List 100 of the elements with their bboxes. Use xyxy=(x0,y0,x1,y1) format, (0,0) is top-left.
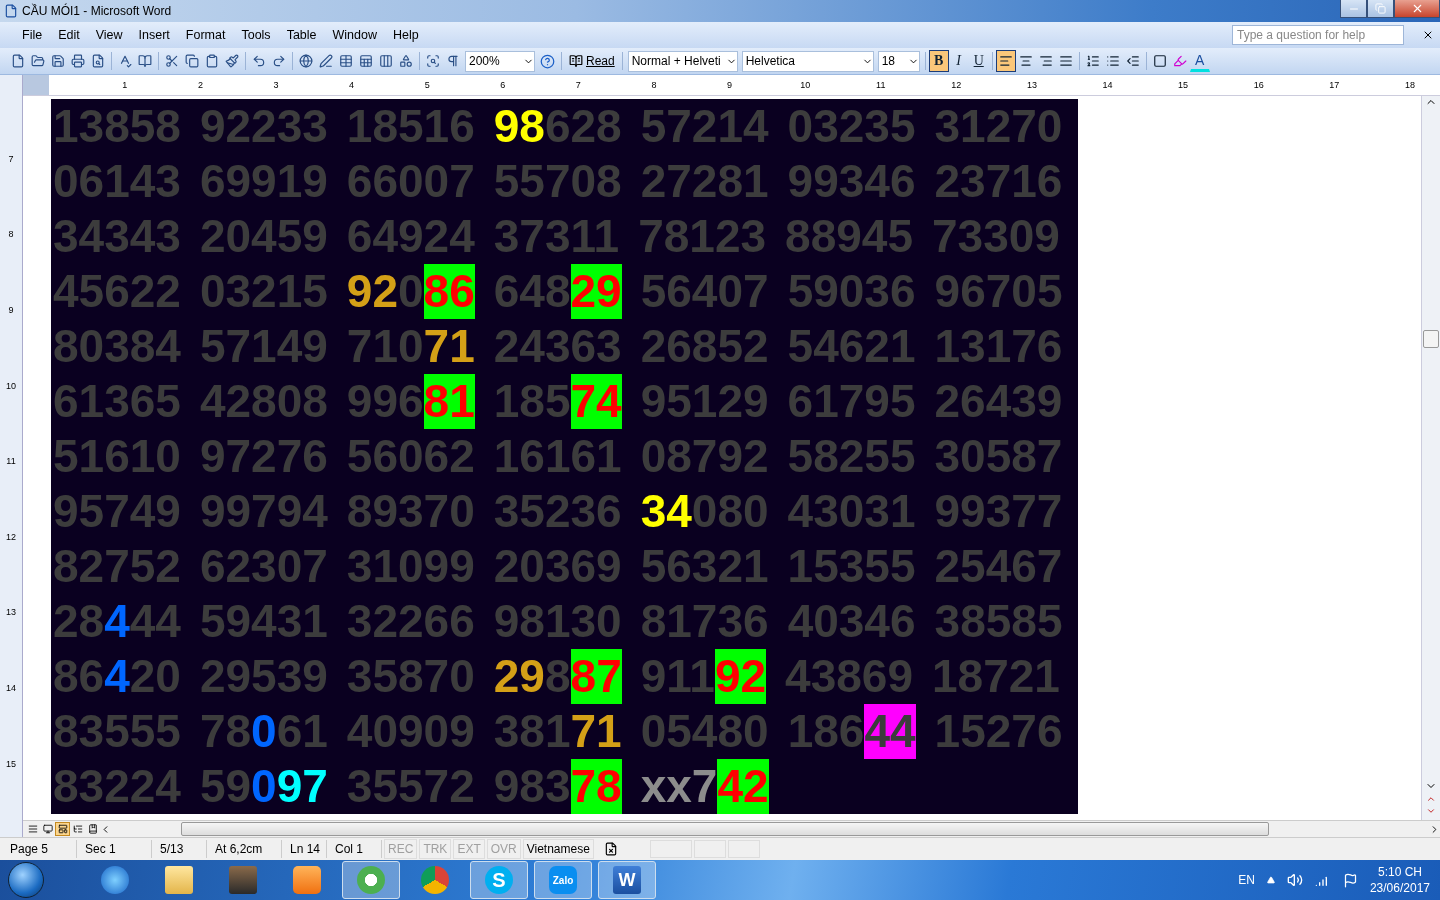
undo-icon[interactable] xyxy=(252,54,266,68)
view-button[interactable] xyxy=(55,822,70,836)
horizontal-scrollbar[interactable] xyxy=(181,822,1269,836)
number-text: 15276 xyxy=(934,704,1063,759)
table-icon[interactable] xyxy=(339,54,353,68)
shapes-icon[interactable] xyxy=(399,54,413,68)
zoom-dropdown[interactable]: 200% xyxy=(465,50,535,72)
number-text: 24363 xyxy=(493,319,622,374)
number-text: 28444 xyxy=(53,594,181,649)
ruler-number: 15 xyxy=(1177,80,1190,90)
number-text: 26852 xyxy=(640,319,769,374)
vertical-scrollbar[interactable] xyxy=(1421,96,1440,820)
menu-item[interactable]: File xyxy=(14,28,51,42)
pilcrow-icon[interactable] xyxy=(446,54,460,68)
number-text: 58255 xyxy=(787,429,916,484)
number-text: 64924 xyxy=(346,209,475,264)
number-text: 86420 xyxy=(53,649,181,704)
number-text: 05480 xyxy=(640,704,769,759)
start-button[interactable] xyxy=(8,862,44,898)
menu-item[interactable]: Tools xyxy=(233,28,279,42)
language-status[interactable]: Vietnamese xyxy=(522,839,594,859)
pencil-icon[interactable] xyxy=(319,54,333,68)
menu-item[interactable]: Insert xyxy=(130,28,178,42)
number-text: 18574 xyxy=(493,374,622,429)
number-text: 62307 xyxy=(199,539,328,594)
number-text: 18721 xyxy=(932,649,1060,704)
align-left-button[interactable] xyxy=(995,50,1016,72)
menu-item[interactable]: Format xyxy=(177,28,234,42)
number-text: 29539 xyxy=(199,649,328,704)
folder-icon[interactable] xyxy=(31,54,45,68)
view-button[interactable] xyxy=(40,822,55,836)
document-map-icon[interactable] xyxy=(426,54,440,68)
help-icon[interactable] xyxy=(540,53,555,69)
close-button[interactable] xyxy=(1394,0,1440,18)
spellcheck-icon[interactable] xyxy=(118,54,132,68)
media-player-icon xyxy=(293,866,321,894)
read-button[interactable]: Read xyxy=(565,50,619,72)
browser-icon xyxy=(101,866,129,894)
language-indicator[interactable]: EN xyxy=(1238,873,1255,887)
flag-icon[interactable] xyxy=(1342,872,1358,888)
clock[interactable]: 5:10 CH 23/06/2017 xyxy=(1369,864,1430,896)
underline-button[interactable]: U xyxy=(968,50,989,72)
document-search-icon[interactable] xyxy=(91,54,105,68)
number-text: 13858 xyxy=(53,99,181,154)
spreadsheet-icon[interactable] xyxy=(359,54,373,68)
chrome-icon xyxy=(421,866,449,894)
printer-icon[interactable] xyxy=(71,54,85,68)
border-icon[interactable] xyxy=(1152,54,1167,68)
show-hidden-icon[interactable] xyxy=(1266,876,1275,884)
bullet-list-icon[interactable] xyxy=(1105,54,1120,68)
menu-item[interactable]: Edit xyxy=(50,28,88,42)
number-text: 42808 xyxy=(199,374,328,429)
scissors-icon[interactable] xyxy=(165,54,179,68)
menu-item[interactable]: Table xyxy=(278,28,325,42)
number-text: 26439 xyxy=(934,374,1063,429)
number-text: 35870 xyxy=(346,649,475,704)
font-size-dropdown[interactable]: 18 xyxy=(877,50,920,72)
help-search-field[interactable]: Type a question for help xyxy=(1232,25,1404,45)
numbered-list-icon[interactable] xyxy=(1085,54,1100,68)
bold-button[interactable]: B xyxy=(928,50,949,72)
style-dropdown[interactable]: Normal + Helveti xyxy=(627,50,738,72)
camera-icon xyxy=(229,866,257,894)
number-text: 23716 xyxy=(934,154,1063,209)
next-page-icon[interactable] xyxy=(1426,806,1436,816)
number-text: 69919 xyxy=(199,154,328,209)
restore-button[interactable] xyxy=(1367,0,1394,18)
number-text: 78123 xyxy=(638,209,767,264)
save-icon[interactable] xyxy=(51,54,65,68)
new-document-icon[interactable] xyxy=(11,54,25,68)
menu-item[interactable]: Help xyxy=(385,28,427,42)
menu-item[interactable]: Window xyxy=(324,28,385,42)
font-dropdown[interactable]: Helvetica xyxy=(741,50,874,72)
highlighter-icon[interactable] xyxy=(1172,54,1187,68)
number-text: 56407 xyxy=(640,264,769,319)
paintbrush-icon[interactable] xyxy=(225,54,239,68)
number-text: 92086 xyxy=(346,264,475,319)
word-button[interactable]: W xyxy=(598,861,656,899)
book-icon[interactable] xyxy=(138,54,152,68)
previous-page-icon[interactable] xyxy=(1426,794,1436,804)
ruler-number: 1 xyxy=(121,80,129,90)
menu-item[interactable]: View xyxy=(87,28,131,42)
spelling-status-icon[interactable] xyxy=(603,842,618,856)
ruler-number: 7 xyxy=(574,80,582,90)
number-text: 34080 xyxy=(640,484,769,539)
number-text: 16161 xyxy=(493,429,622,484)
taskbar-button[interactable] xyxy=(342,861,400,899)
volume-icon[interactable] xyxy=(1286,872,1303,888)
italic-button[interactable]: I xyxy=(948,50,969,72)
copy-icon[interactable] xyxy=(185,54,199,68)
minimize-button[interactable] xyxy=(1340,0,1367,18)
scroll-thumb[interactable] xyxy=(1423,330,1439,348)
outdent-icon[interactable] xyxy=(1125,54,1140,68)
globe-icon[interactable] xyxy=(299,54,313,68)
ruler-number: 11 xyxy=(875,80,887,90)
view-icon xyxy=(57,824,68,834)
restore-icon xyxy=(1375,3,1386,14)
font-color-button[interactable]: A xyxy=(1189,50,1210,72)
redo-icon[interactable] xyxy=(272,54,286,68)
clipboard-icon[interactable] xyxy=(205,54,219,68)
columns-icon[interactable] xyxy=(379,54,393,68)
